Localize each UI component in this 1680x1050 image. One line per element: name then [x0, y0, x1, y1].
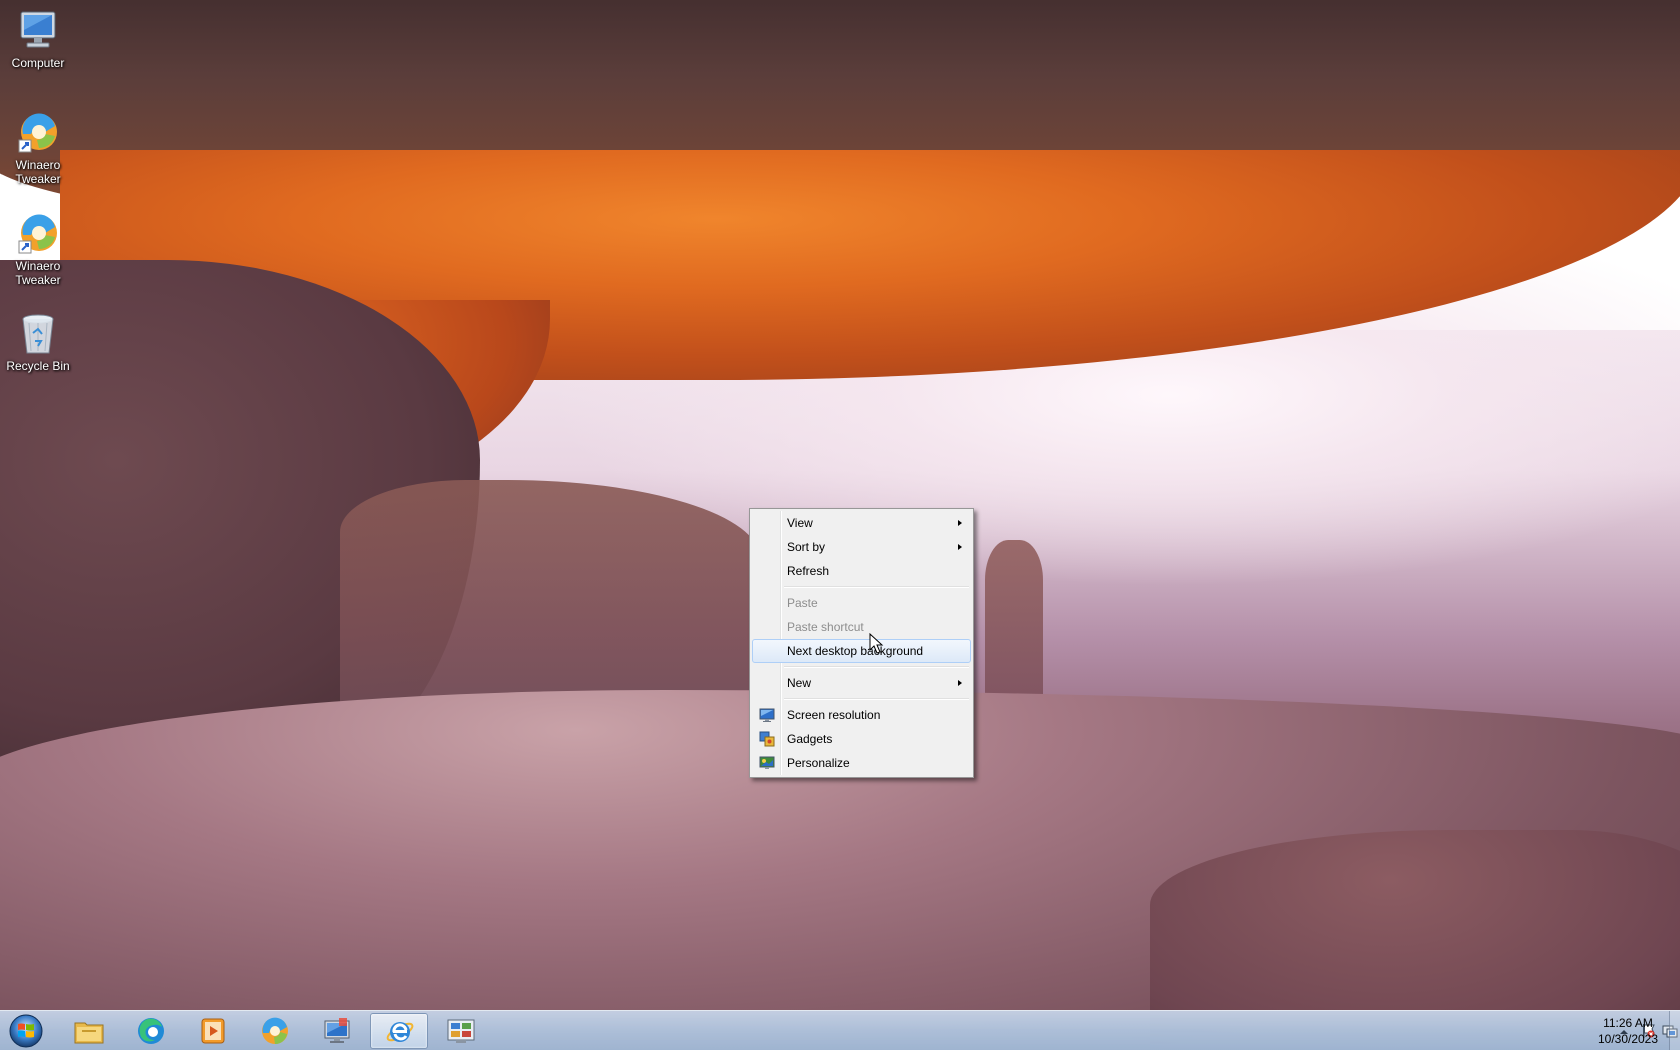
menu-item-next-desktop-background[interactable]: Next desktop background	[752, 639, 971, 663]
remote-desktop-icon	[321, 1015, 353, 1047]
menu-item-label: Personalize	[787, 756, 850, 770]
taskbar-button-winaero-tweaker[interactable]	[246, 1013, 304, 1049]
menu-separator	[784, 698, 969, 700]
taskbar-button-file-explorer[interactable]	[60, 1013, 118, 1049]
clock-date: 10/30/2023	[1597, 1032, 1659, 1046]
desktop-icon-recycle-bin[interactable]: Recycle Bin	[4, 311, 72, 373]
winaero-tweaker-icon	[15, 211, 61, 257]
screen-resolution-icon	[759, 707, 775, 723]
winaero-tweaker-icon	[259, 1015, 291, 1047]
menu-item-label: Paste	[787, 596, 818, 610]
internet-explorer-icon	[384, 1016, 416, 1048]
menu-item-label: Next desktop background	[787, 644, 924, 658]
winaero-tweaker-icon	[15, 110, 61, 156]
recycle-bin-icon	[15, 311, 61, 357]
menu-separator	[784, 666, 969, 668]
taskbar-button-internet-explorer[interactable]	[370, 1013, 428, 1049]
menu-item-label: Screen resolution	[787, 708, 881, 722]
menu-separator	[784, 586, 969, 588]
folder-icon	[73, 1015, 105, 1047]
taskbar-button-control-panel[interactable]	[432, 1013, 490, 1049]
menu-item-sort-by[interactable]: Sort by	[752, 535, 971, 559]
submenu-arrow-icon	[958, 680, 962, 686]
taskbar-button-media-player[interactable]	[184, 1013, 242, 1049]
start-button[interactable]	[6, 1013, 46, 1049]
desktop-icon-label: Recycle Bin	[6, 359, 70, 373]
computer-icon	[15, 8, 61, 54]
gadgets-icon	[759, 731, 775, 747]
menu-item-refresh[interactable]: Refresh	[752, 559, 971, 583]
desktop-icon-label: Winaero Tweaker	[15, 259, 61, 287]
desktop-icon-label: Winaero Tweaker	[15, 158, 61, 186]
menu-item-label: View	[787, 516, 813, 530]
taskbar: 11:26 AM 10/30/2023	[0, 1010, 1680, 1050]
desktop-icon-label: Computer	[11, 56, 65, 70]
edge-icon	[135, 1015, 167, 1047]
control-panel-icon	[445, 1015, 477, 1047]
menu-item-gadgets[interactable]: Gadgets	[752, 727, 971, 751]
mouse-cursor-icon	[869, 632, 885, 655]
menu-item-label: New	[787, 676, 812, 690]
menu-item-paste: Paste	[752, 591, 971, 615]
desktop[interactable]: Computer Winaero Tweaker Winaero Tweaker…	[0, 0, 1680, 1050]
clock-time: 11:26 AM	[1603, 1016, 1653, 1030]
taskbar-clock[interactable]: 11:26 AM 10/30/2023	[1588, 1015, 1668, 1047]
menu-item-label: Sort by	[787, 540, 826, 554]
desktop-icon-winaero-tweaker-2[interactable]: Winaero Tweaker	[4, 211, 72, 287]
submenu-arrow-icon	[958, 544, 962, 550]
menu-item-screen-resolution[interactable]: Screen resolution	[752, 703, 971, 727]
menu-item-label: Paste shortcut	[787, 620, 864, 634]
personalize-icon	[759, 755, 775, 771]
menu-item-new[interactable]: New	[752, 671, 971, 695]
submenu-arrow-icon	[958, 520, 962, 526]
menu-item-paste-shortcut: Paste shortcut	[752, 615, 971, 639]
menu-item-view[interactable]: View	[752, 511, 971, 535]
desktop-context-menu: View Sort by Refresh Paste Paste shortcu…	[749, 508, 974, 778]
desktop-icon-winaero-tweaker[interactable]: Winaero Tweaker	[4, 110, 72, 186]
media-player-icon	[197, 1015, 229, 1047]
menu-item-personalize[interactable]: Personalize	[752, 751, 971, 775]
menu-item-label: Refresh	[787, 564, 830, 578]
desktop-icon-computer[interactable]: Computer	[4, 8, 72, 70]
taskbar-button-edge[interactable]	[122, 1013, 180, 1049]
menu-item-label: Gadgets	[787, 732, 833, 746]
show-desktop-button[interactable]	[1669, 1011, 1680, 1050]
taskbar-button-remote-desktop[interactable]	[308, 1013, 366, 1049]
